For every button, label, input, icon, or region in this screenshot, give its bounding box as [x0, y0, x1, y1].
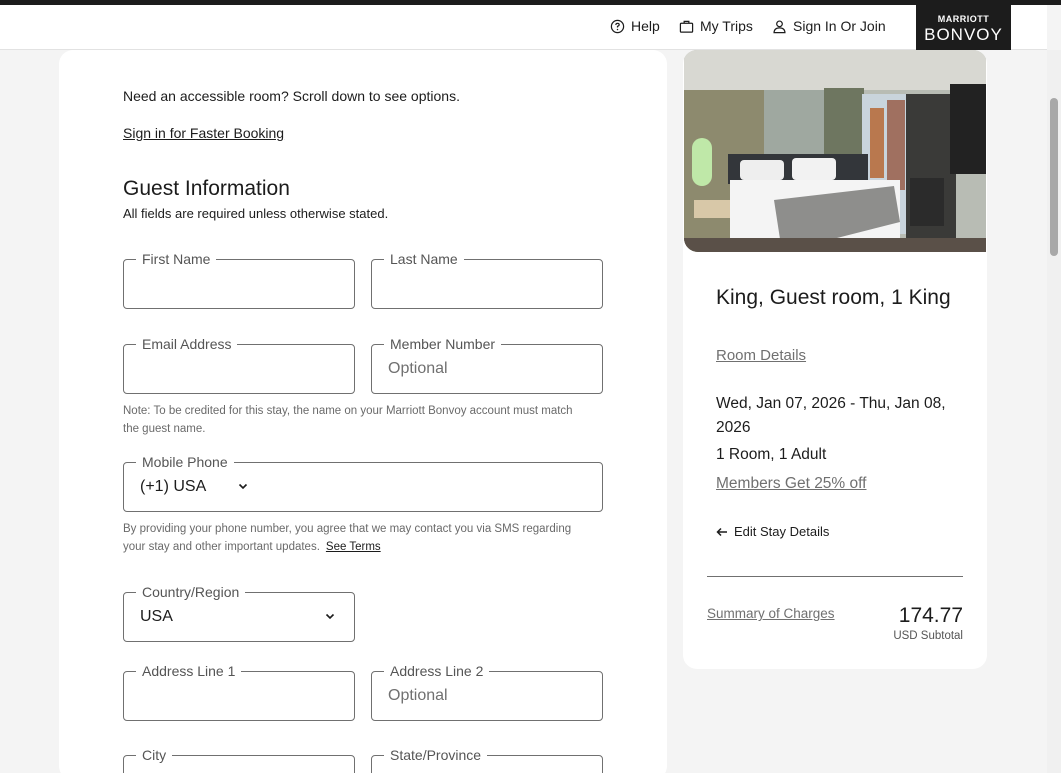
last-name-label: Last Name	[384, 250, 464, 268]
name-match-note: Note: To be credited for this stay, the …	[123, 402, 573, 438]
country-region-select[interactable]: Country/Region USA	[123, 583, 355, 642]
city-label: City	[136, 746, 173, 764]
name-match-note-line2: the guest name.	[123, 423, 206, 435]
address-line2-placeholder: Optional	[388, 687, 448, 704]
help-link[interactable]: Help	[610, 18, 660, 34]
subtotal-currency-label: USD Subtotal	[893, 630, 963, 642]
sign-in-link[interactable]: Sign In Or Join	[772, 18, 886, 34]
room-photo	[684, 50, 986, 252]
address-line1-label: Address Line 1	[136, 662, 242, 680]
state-province-field[interactable]: State/Province	[371, 746, 603, 773]
members-discount-link[interactable]: Members Get 25% off	[716, 475, 866, 493]
summary-divider	[707, 576, 963, 577]
email-field[interactable]: Email Address	[123, 335, 355, 394]
chevron-down-icon[interactable]	[237, 480, 249, 492]
room-title: King, Guest room, 1 King	[716, 286, 951, 309]
mobile-phone-field[interactable]: Mobile Phone (+1) USA	[123, 453, 603, 512]
my-trips-link[interactable]: My Trips	[679, 18, 753, 34]
sms-note-line1: By providing your phone number, you agre…	[123, 523, 572, 535]
user-icon	[773, 19, 786, 33]
reservation-summary-card: King, Guest room, 1 King Room Details We…	[683, 50, 987, 669]
first-name-field[interactable]: First Name	[123, 250, 355, 309]
accessible-room-note: Need an accessible room? Scroll down to …	[123, 88, 460, 104]
address-line2-label: Address Line 2	[384, 662, 490, 680]
phone-country-code[interactable]: (+1) USA	[140, 478, 206, 496]
stay-dates: Wed, Jan 07, 2026 - Thu, Jan 08, 2026	[716, 395, 946, 436]
member-number-label: Member Number	[384, 335, 502, 353]
logo-line2: BONVOY	[924, 25, 1003, 44]
edit-stay-label: Edit Stay Details	[734, 524, 830, 539]
my-trips-label: My Trips	[700, 18, 753, 34]
country-region-value: USA	[140, 608, 173, 625]
member-number-field[interactable]: Member Number Optional	[371, 335, 603, 394]
last-name-field[interactable]: Last Name	[371, 250, 603, 309]
chevron-down-icon	[325, 613, 335, 620]
sign-in-label: Sign In Or Join	[793, 18, 886, 34]
first-name-label: First Name	[136, 250, 217, 268]
arrow-left-icon	[716, 527, 727, 536]
edit-stay-details-button[interactable]: Edit Stay Details	[716, 524, 829, 539]
signin-faster-booking-link[interactable]: Sign in for Faster Booking	[123, 125, 284, 141]
logo-line1: MARRIOTT	[937, 14, 990, 24]
summary-of-charges-link[interactable]: Summary of Charges	[707, 606, 835, 621]
room-details-link[interactable]: Room Details	[716, 347, 806, 364]
country-region-label: Country/Region	[136, 583, 246, 601]
mobile-phone-label: Mobile Phone	[136, 453, 234, 471]
see-terms-link[interactable]: See Terms	[326, 541, 381, 553]
address-line1-field[interactable]: Address Line 1	[123, 662, 355, 721]
page-scrollbar[interactable]	[1047, 50, 1061, 773]
sms-note-line2: your stay and other important updates.	[123, 541, 320, 553]
site-header: Help My Trips Sign In Or Join MARRIOTT B…	[0, 5, 1047, 50]
scrollbar-thumb[interactable]	[1050, 98, 1058, 256]
city-field[interactable]: City	[123, 746, 355, 773]
email-label: Email Address	[136, 335, 238, 353]
marriott-bonvoy-logo[interactable]: MARRIOTT BONVOY	[916, 5, 1011, 50]
subtotal-price: 174.77	[898, 604, 963, 627]
required-fields-note: All fields are required unless otherwise…	[123, 206, 389, 221]
guest-information-heading: Guest Information	[123, 177, 290, 200]
suitcase-icon	[679, 20, 694, 33]
member-number-placeholder: Optional	[388, 360, 448, 377]
rooms-guests: 1 Room, 1 Adult	[716, 446, 827, 463]
name-match-note-line1: Note: To be credited for this stay, the …	[123, 405, 573, 417]
state-province-label: State/Province	[384, 746, 488, 764]
sms-consent-note: By providing your phone number, you agre…	[123, 520, 571, 556]
help-icon	[610, 19, 625, 33]
help-label: Help	[631, 18, 660, 34]
address-line2-field[interactable]: Address Line 2 Optional	[371, 662, 603, 721]
guest-form-card: Need an accessible room? Scroll down to …	[59, 50, 667, 773]
